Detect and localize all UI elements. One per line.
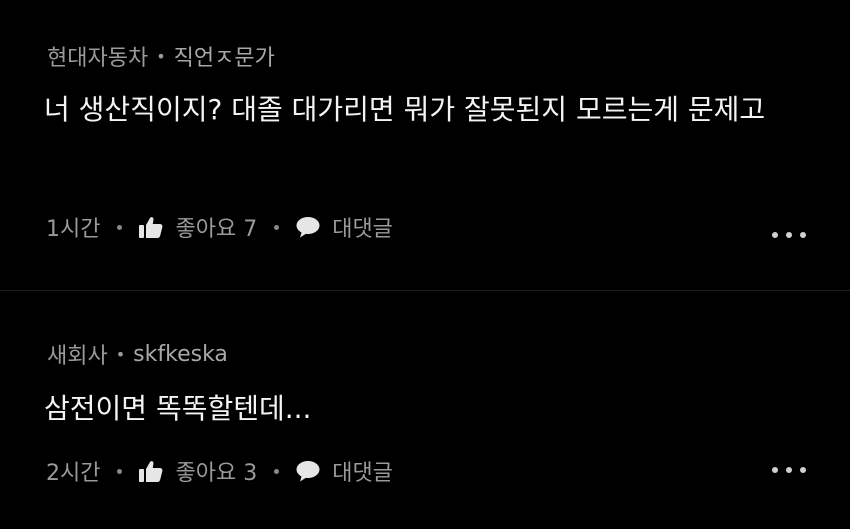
author-name[interactable]: skfkeska [133, 342, 228, 367]
company-name: 새회사 [47, 344, 108, 369]
comment-actions: 1시간 좋아요 7 대댓글 [46, 211, 393, 243]
comment-text: 삼전이면 똑똑할텐데... [44, 392, 312, 425]
like-button[interactable]: 좋아요 7 [139, 211, 257, 243]
reply-label: 대댓글 [332, 461, 393, 486]
more-dots-icon [786, 232, 792, 238]
action-separator [274, 468, 280, 474]
more-dots-icon [800, 232, 806, 238]
comment-meta: 현대자동차 • 직언ㅈ문가 [47, 40, 275, 72]
speech-bubble-icon [296, 217, 320, 238]
speech-bubble-icon [296, 461, 320, 482]
action-separator [117, 468, 123, 474]
comment-item: 새회사 • skfkeska 삼전이면 똑똑할텐데... 2시간 좋아요 3 대… [0, 291, 850, 529]
reply-button[interactable]: 대댓글 [296, 211, 393, 243]
thumbs-up-icon [139, 461, 163, 482]
thumbs-up-icon [139, 217, 163, 238]
more-options-button[interactable] [772, 227, 806, 243]
more-dots-icon [800, 467, 806, 473]
comment-actions: 2시간 좋아요 3 대댓글 [46, 455, 393, 487]
timestamp: 1시간 [46, 217, 101, 242]
more-options-button[interactable] [772, 462, 806, 478]
more-dots-icon [786, 467, 792, 473]
comment-item: 현대자동차 • 직언ㅈ문가 너 생산직이지? 대졸 대가리면 뭐가 잘못된지 모… [0, 0, 850, 291]
like-label: 좋아요 7 [175, 217, 258, 242]
meta-separator: • [156, 46, 166, 66]
reply-label: 대댓글 [332, 217, 393, 242]
more-dots-icon [772, 467, 778, 473]
more-dots-icon [772, 232, 778, 238]
like-label: 좋아요 3 [175, 461, 258, 486]
action-separator [274, 224, 280, 230]
comment-meta: 새회사 • skfkeska [47, 338, 228, 370]
like-button[interactable]: 좋아요 3 [139, 455, 257, 487]
author-name[interactable]: 직언ㅈ문가 [174, 40, 275, 72]
reply-button[interactable]: 대댓글 [296, 455, 393, 487]
company-name: 현대자동차 [47, 46, 149, 71]
meta-separator: • [115, 344, 126, 364]
comment-text: 너 생산직이지? 대졸 대가리면 뭐가 잘못된지 모르는게 문제고 [44, 93, 766, 126]
timestamp: 2시간 [46, 461, 101, 486]
action-separator [117, 224, 123, 230]
